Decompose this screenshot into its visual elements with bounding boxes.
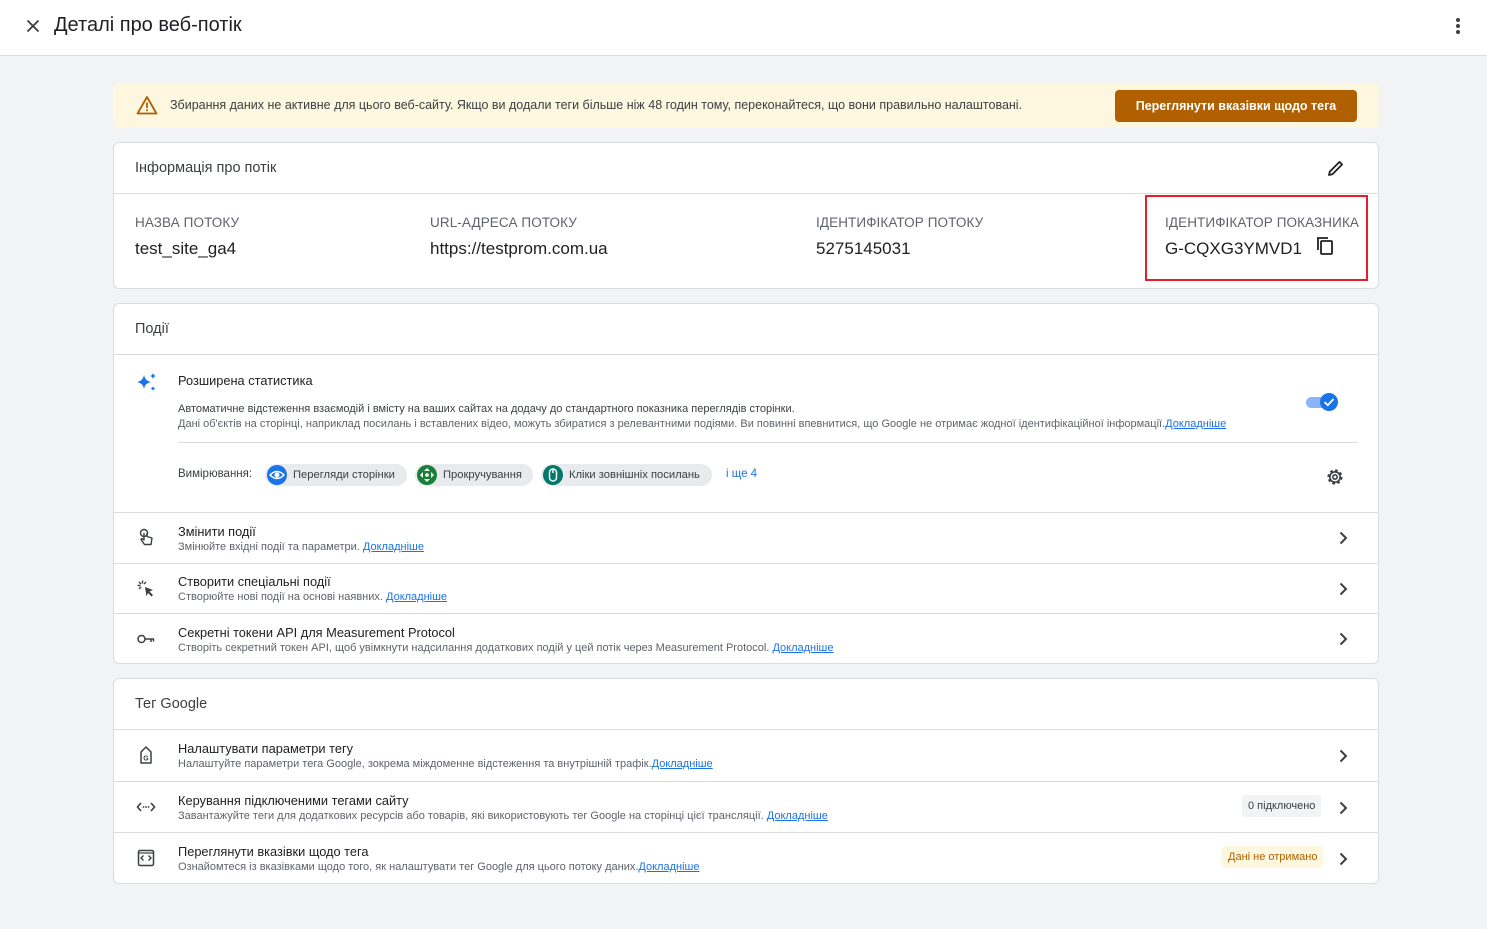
stream-url-label: URL-АДРЕСА ПОТОКУ	[430, 215, 577, 230]
stream-info-heading: Інформація про потік	[135, 160, 277, 176]
click-cursor-icon	[137, 580, 153, 597]
top-bar: Деталі про веб-потік	[0, 0, 1487, 56]
connected-count-badge: 0 підключено	[1242, 795, 1322, 817]
more-vert-icon[interactable]	[1448, 15, 1468, 37]
chip-outbound-clicks-label: Кліки зовнішніх посилань	[569, 469, 700, 481]
modify-events-desc-wrap: Змінюйте вхідні події та параметри. Докл…	[178, 541, 424, 553]
configure-tag-row[interactable]: G Налаштувати параметри тегу Налаштуйте …	[114, 730, 1378, 781]
events-heading: Події	[135, 321, 169, 337]
configure-tag-title: Налаштувати параметри тегу	[178, 741, 354, 756]
close-icon[interactable]	[22, 15, 44, 37]
create-events-desc: Створюйте нові події на основі наявних.	[178, 591, 386, 603]
chevron-right-icon	[1339, 632, 1348, 646]
connected-tags-learn-more[interactable]: Докладніше	[767, 810, 828, 822]
banner-message: Збирання даних не активне для цього веб-…	[170, 98, 1023, 112]
google-tag-header: Тег Google	[114, 679, 1378, 730]
svg-text:G: G	[143, 756, 149, 763]
stream-info-card: Інформація про потік НАЗВА ПОТОКУ test_s…	[113, 142, 1379, 289]
measuring-label: Вимірювання:	[178, 468, 253, 480]
connected-tags-row[interactable]: Керування підключеними тегами сайту Зава…	[114, 781, 1378, 832]
stream-info-header: Інформація про потік	[114, 143, 1378, 194]
tag-instructions-desc: Ознайомтеся із вказівками щодо того, як …	[178, 861, 639, 873]
chip-page-views-label: Перегляди сторінки	[293, 469, 395, 481]
modify-events-learn-more[interactable]: Докладніше	[363, 541, 424, 553]
stream-name-field: НАЗВА ПОТОКУ test_site_ga4	[135, 215, 239, 259]
code-arrows-icon	[136, 802, 156, 812]
tag-instructions-row[interactable]: Переглянути вказівки щодо тега Ознайомте…	[114, 832, 1378, 883]
code-window-icon	[137, 849, 155, 867]
tag-instructions-learn-more[interactable]: Докладніше	[638, 861, 699, 873]
enhanced-learn-more-link[interactable]: Докладніше	[1165, 418, 1226, 430]
and-more-link[interactable]: і ще 4	[726, 468, 757, 480]
page-title: Деталі про веб-потік	[54, 14, 242, 36]
enhanced-divider	[178, 442, 1358, 443]
api-secrets-desc-wrap: Створіть секретний токен API, щоб увімкн…	[178, 642, 833, 654]
stream-name-value: test_site_ga4	[135, 239, 237, 258]
chevron-right-icon	[1339, 801, 1348, 815]
chip-scrolls[interactable]: Прокручування	[415, 464, 533, 486]
stream-name-label: НАЗВА ПОТОКУ	[135, 215, 240, 230]
modify-events-desc: Змінюйте вхідні події та параметри.	[178, 541, 363, 553]
stream-url-field: URL-АДРЕСА ПОТОКУ https://testprom.com.u…	[430, 215, 608, 259]
connected-tags-desc: Завантажуйте теги для додаткових ресурсі…	[178, 810, 767, 822]
scroll-icon	[417, 465, 437, 485]
create-events-desc-wrap: Створюйте нові події на основі наявних. …	[178, 591, 447, 603]
enhanced-toggle[interactable]	[1305, 392, 1339, 412]
touch-icon	[139, 528, 153, 546]
mouse-icon	[543, 465, 563, 485]
copy-icon[interactable]	[1315, 235, 1335, 257]
enhanced-measurement-section: Розширена статистика Автоматичне відстеж…	[114, 356, 1378, 512]
enhanced-desc-1: Автоматичне відстеження взаємодій і вміс…	[178, 403, 795, 415]
eye-icon	[267, 465, 287, 485]
stream-url-value: https://testprom.com.ua	[430, 239, 608, 258]
google-tag-heading: Тег Google	[135, 696, 208, 712]
enhanced-desc-2: Дані об'єктів на сторінці, наприклад пос…	[178, 418, 1166, 430]
google-tag-card: Тег Google G Налаштувати параметри тегу …	[113, 678, 1379, 884]
edit-pencil-icon[interactable]	[1326, 158, 1346, 178]
warning-banner: Збирання даних не активне для цього веб-…	[113, 83, 1379, 128]
api-secrets-title: Секретні токени API для Measurement Prot…	[178, 625, 455, 640]
chip-page-views[interactable]: Перегляди сторінки	[265, 464, 407, 486]
tag-instructions-desc-wrap: Ознайомтеся із вказівками щодо того, як …	[178, 861, 699, 873]
enhanced-title: Розширена статистика	[178, 373, 313, 388]
tag-icon: G	[140, 746, 152, 764]
measuring-chips: Перегляди сторінки Прокручування Кліки з…	[265, 464, 865, 486]
chevron-right-icon	[1339, 749, 1348, 763]
chevron-right-icon	[1339, 852, 1348, 866]
view-tag-instructions-button[interactable]: Переглянути вказівки щодо тега	[1115, 90, 1357, 122]
configure-tag-desc-wrap: Налаштуйте параметри тега Google, зокрем…	[178, 758, 713, 770]
no-data-badge: Дані не отримано	[1222, 846, 1324, 868]
chip-scrolls-label: Прокручування	[443, 469, 522, 481]
create-events-row[interactable]: Створити спеціальні події Створюйте нові…	[114, 563, 1378, 613]
chevron-right-icon	[1339, 531, 1348, 545]
stream-id-label: ІДЕНТИФІКАТОР ПОТОКУ	[816, 215, 984, 230]
key-icon	[137, 634, 155, 644]
stream-info-body: НАЗВА ПОТОКУ test_site_ga4 URL-АДРЕСА ПО…	[114, 195, 1378, 289]
connected-tags-title: Керування підключеними тегами сайту	[178, 793, 409, 808]
connected-tags-desc-wrap: Завантажуйте теги для додаткових ресурсі…	[178, 810, 828, 822]
api-secrets-desc: Створіть секретний токен API, щоб увімкн…	[178, 642, 773, 654]
create-events-learn-more[interactable]: Докладніше	[386, 591, 447, 603]
measurement-id-label: ІДЕНТИФІКАТОР ПОКАЗНИКА	[1165, 215, 1360, 230]
settings-gear-icon[interactable]	[1325, 467, 1345, 487]
warning-icon	[136, 96, 158, 115]
modify-events-row[interactable]: Змінити події Змінюйте вхідні події та п…	[114, 512, 1378, 563]
stream-id-value: 5275145031	[816, 239, 911, 258]
chip-outbound-clicks[interactable]: Кліки зовнішніх посилань	[541, 464, 712, 486]
enhanced-desc-2-wrap: Дані об'єктів на сторінці, наприклад пос…	[178, 418, 1226, 430]
chevron-right-icon	[1339, 582, 1348, 596]
sparkle-icon	[137, 373, 156, 391]
configure-tag-desc: Налаштуйте параметри тега Google, зокрем…	[178, 758, 652, 770]
api-secrets-row[interactable]: Секретні токени API для Measurement Prot…	[114, 613, 1378, 664]
events-card: Події Розширена статистика Автоматичне в…	[113, 303, 1379, 664]
stream-id-field: ІДЕНТИФІКАТОР ПОТОКУ 5275145031	[816, 215, 983, 259]
create-events-title: Створити спеціальні події	[178, 574, 331, 589]
events-header: Події	[114, 304, 1378, 355]
tag-instructions-title: Переглянути вказівки щодо тега	[178, 844, 369, 859]
api-secrets-learn-more[interactable]: Докладніше	[772, 642, 833, 654]
modify-events-title: Змінити події	[178, 524, 256, 539]
configure-tag-learn-more[interactable]: Докладніше	[652, 758, 713, 770]
